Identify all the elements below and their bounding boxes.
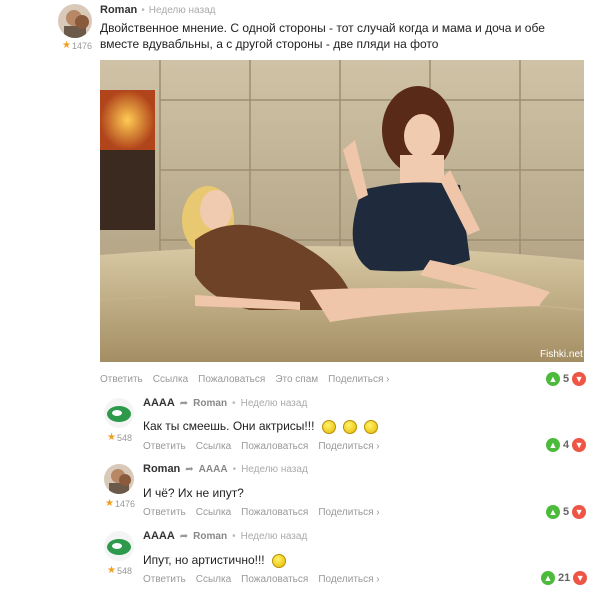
comment-time[interactable]: Неделю назад: [241, 464, 308, 475]
comment-votes: ▲ 5 ▼: [546, 505, 587, 519]
spam-button[interactable]: Это спам: [275, 374, 318, 385]
photo-two-women-on-bed: Fishki.net: [99, 60, 585, 362]
reply-to-name[interactable]: Roman: [193, 531, 227, 542]
star-icon: ★: [107, 565, 116, 576]
user-rating: ★ 548: [107, 432, 132, 443]
post-image[interactable]: Fishki.net: [99, 60, 585, 362]
vote-count: 5: [563, 373, 570, 385]
thumb-up-icon[interactable]: ▲: [546, 438, 560, 452]
comment-time[interactable]: Неделю назад: [241, 398, 308, 409]
comment-votes: ▲ 4 ▼: [546, 438, 587, 452]
share-button[interactable]: Поделиться ›: [318, 507, 379, 518]
reply-to-name[interactable]: AAAA: [199, 464, 228, 475]
reply-button[interactable]: Ответить: [143, 441, 186, 452]
post-votes: ▲ 5 ▼: [546, 372, 587, 386]
author-name[interactable]: Roman: [100, 4, 137, 16]
comment-header: Roman ➦ AAAA • Неделю назад: [143, 463, 308, 475]
thumb-down-icon[interactable]: ▼: [572, 438, 587, 452]
smiley-icon: [271, 553, 286, 568]
author-name[interactable]: AAAA: [143, 530, 175, 542]
thumb-up-icon[interactable]: ▲: [541, 571, 555, 585]
share-button[interactable]: Поделиться ›: [318, 574, 379, 585]
reply-button[interactable]: Ответить: [143, 507, 186, 518]
smiley-icon: [364, 419, 379, 434]
smiley-icon: [321, 419, 336, 434]
link-button[interactable]: Ссылка: [153, 374, 188, 385]
link-button[interactable]: Ссылка: [196, 507, 231, 518]
star-icon: ★: [107, 432, 116, 443]
reply-arrow-icon: ➦: [179, 397, 189, 409]
report-button[interactable]: Пожаловаться: [241, 574, 308, 585]
comment-header: AAAA ➦ Roman • Неделю назад: [143, 397, 308, 409]
share-button[interactable]: Поделиться ›: [328, 374, 389, 385]
comment-header: AAAA ➦ Roman • Неделю назад: [143, 530, 308, 542]
comment-text: И чё? Их не ипут?: [143, 486, 244, 500]
watermark: Fishki.net: [540, 349, 583, 360]
comment-text: Как ты смеешь. Они актрисы!!!: [143, 418, 379, 434]
link-button[interactable]: Ссылка: [196, 574, 231, 585]
star-icon: ★: [62, 40, 71, 51]
reply-to-name[interactable]: Roman: [193, 398, 227, 409]
share-button[interactable]: Поделиться ›: [318, 441, 379, 452]
post-actions: Ответить Ссылка Пожаловаться Это спам По…: [100, 374, 390, 385]
report-button[interactable]: Пожаловаться: [241, 441, 308, 452]
reply-arrow-icon: ➦: [185, 463, 194, 475]
user-rating: ★ 1476: [105, 498, 135, 509]
comment-votes: ▲ 21 ▼: [541, 571, 588, 585]
avatar-aaaa[interactable]: [104, 398, 134, 428]
avatar-aaaa[interactable]: [104, 531, 134, 561]
author-name[interactable]: AAAA: [143, 397, 175, 409]
post-time[interactable]: Неделю назад: [149, 5, 216, 16]
avatar-roman[interactable]: [58, 4, 92, 38]
link-button[interactable]: Ссылка: [196, 441, 231, 452]
thumb-down-icon[interactable]: ▼: [573, 571, 588, 585]
author-name[interactable]: Roman: [143, 463, 180, 475]
report-button[interactable]: Пожаловаться: [198, 374, 265, 385]
reply-button[interactable]: Ответить: [143, 574, 186, 585]
post-header: Roman • Неделю назад: [100, 4, 216, 16]
thumb-down-icon[interactable]: ▼: [572, 372, 587, 386]
reply-button[interactable]: Ответить: [100, 374, 143, 385]
reply-arrow-icon: ➦: [179, 530, 189, 542]
comment-actions: Ответить Ссылка Пожаловаться Поделиться …: [143, 507, 380, 518]
comment-time[interactable]: Неделю назад: [241, 531, 308, 542]
star-icon: ★: [105, 498, 114, 509]
thumb-up-icon[interactable]: ▲: [546, 372, 560, 386]
user-rating: ★ 1476: [62, 40, 92, 51]
avatar-roman[interactable]: [104, 464, 134, 494]
comment-actions: Ответить Ссылка Пожаловаться Поделиться …: [143, 441, 380, 452]
user-rating: ★ 548: [107, 565, 132, 576]
comment-actions: Ответить Ссылка Пожаловаться Поделиться …: [143, 574, 380, 585]
comment-text: Ипут, но артистично!!!: [143, 552, 286, 568]
report-button[interactable]: Пожаловаться: [241, 507, 308, 518]
post-text: Двойственное мнение. С одной стороны - т…: [100, 21, 545, 51]
thumb-down-icon[interactable]: ▼: [572, 505, 587, 519]
thumb-up-icon[interactable]: ▲: [546, 505, 560, 519]
smiley-icon: [343, 419, 358, 434]
